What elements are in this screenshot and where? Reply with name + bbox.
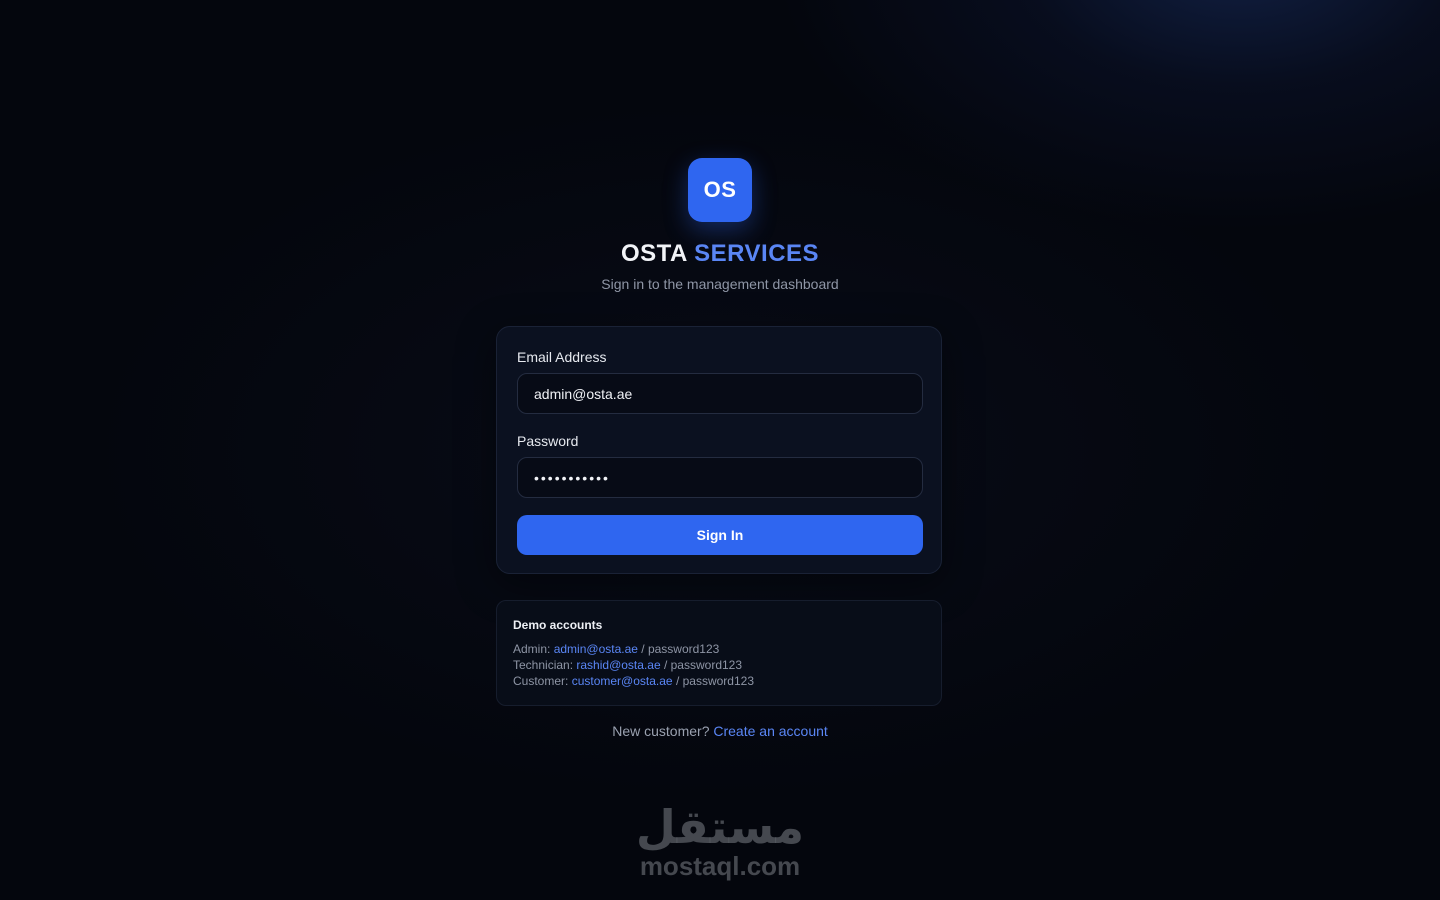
password-field[interactable]: ••••••••••• (517, 457, 923, 498)
signup-prompt: New customer? Create an account (0, 723, 1440, 739)
mostaql-watermark: مستقل mostaql.com (636, 800, 804, 881)
password-value: ••••••••••• (534, 469, 610, 486)
email-value: admin@osta.ae (534, 385, 633, 402)
brand-name-accent: SERVICES (694, 240, 820, 267)
login-card: Email Address admin@osta.ae Password •••… (496, 326, 942, 574)
demo-role: Technician: (513, 658, 574, 672)
demo-role: Customer: (513, 674, 569, 688)
page-subtitle: Sign in to the management dashboard (601, 276, 839, 292)
sign-in-button[interactable]: Sign In (517, 515, 923, 555)
demo-email-link[interactable]: customer@osta.ae (572, 674, 673, 688)
sign-in-label: Sign In (696, 527, 744, 543)
signup-prompt-text: New customer? (612, 723, 710, 739)
demo-role: Admin: (513, 642, 551, 656)
email-label: Email Address (517, 349, 607, 365)
demo-account-admin: Admin: admin@osta.ae / password123 (513, 642, 719, 656)
demo-accounts-title: Demo accounts (513, 618, 603, 632)
demo-password: / password123 (675, 674, 754, 688)
watermark-arabic: مستقل (636, 800, 804, 854)
brand-logo: OS (688, 158, 752, 222)
demo-email-link[interactable]: admin@osta.ae (554, 642, 638, 656)
brand-title: OSTA SERVICES (0, 240, 1440, 268)
create-account-link[interactable]: Create an account (713, 723, 827, 739)
brand-name-primary: OSTA (620, 240, 687, 267)
demo-email-link[interactable]: rashid@osta.ae (576, 658, 660, 672)
demo-accounts-panel: Demo accounts Admin: admin@osta.ae / pas… (496, 600, 942, 706)
demo-password: / password123 (641, 642, 720, 656)
watermark-domain: mostaql.com (640, 851, 800, 881)
demo-password: / password123 (663, 658, 743, 672)
demo-account-technician: Technician: rashid@osta.ae / password123 (513, 658, 742, 672)
demo-account-customer: Customer: customer@osta.ae / password123 (513, 674, 754, 688)
logo-text: OS (703, 177, 737, 202)
password-label: Password (517, 433, 579, 449)
email-field[interactable]: admin@osta.ae (517, 373, 923, 414)
